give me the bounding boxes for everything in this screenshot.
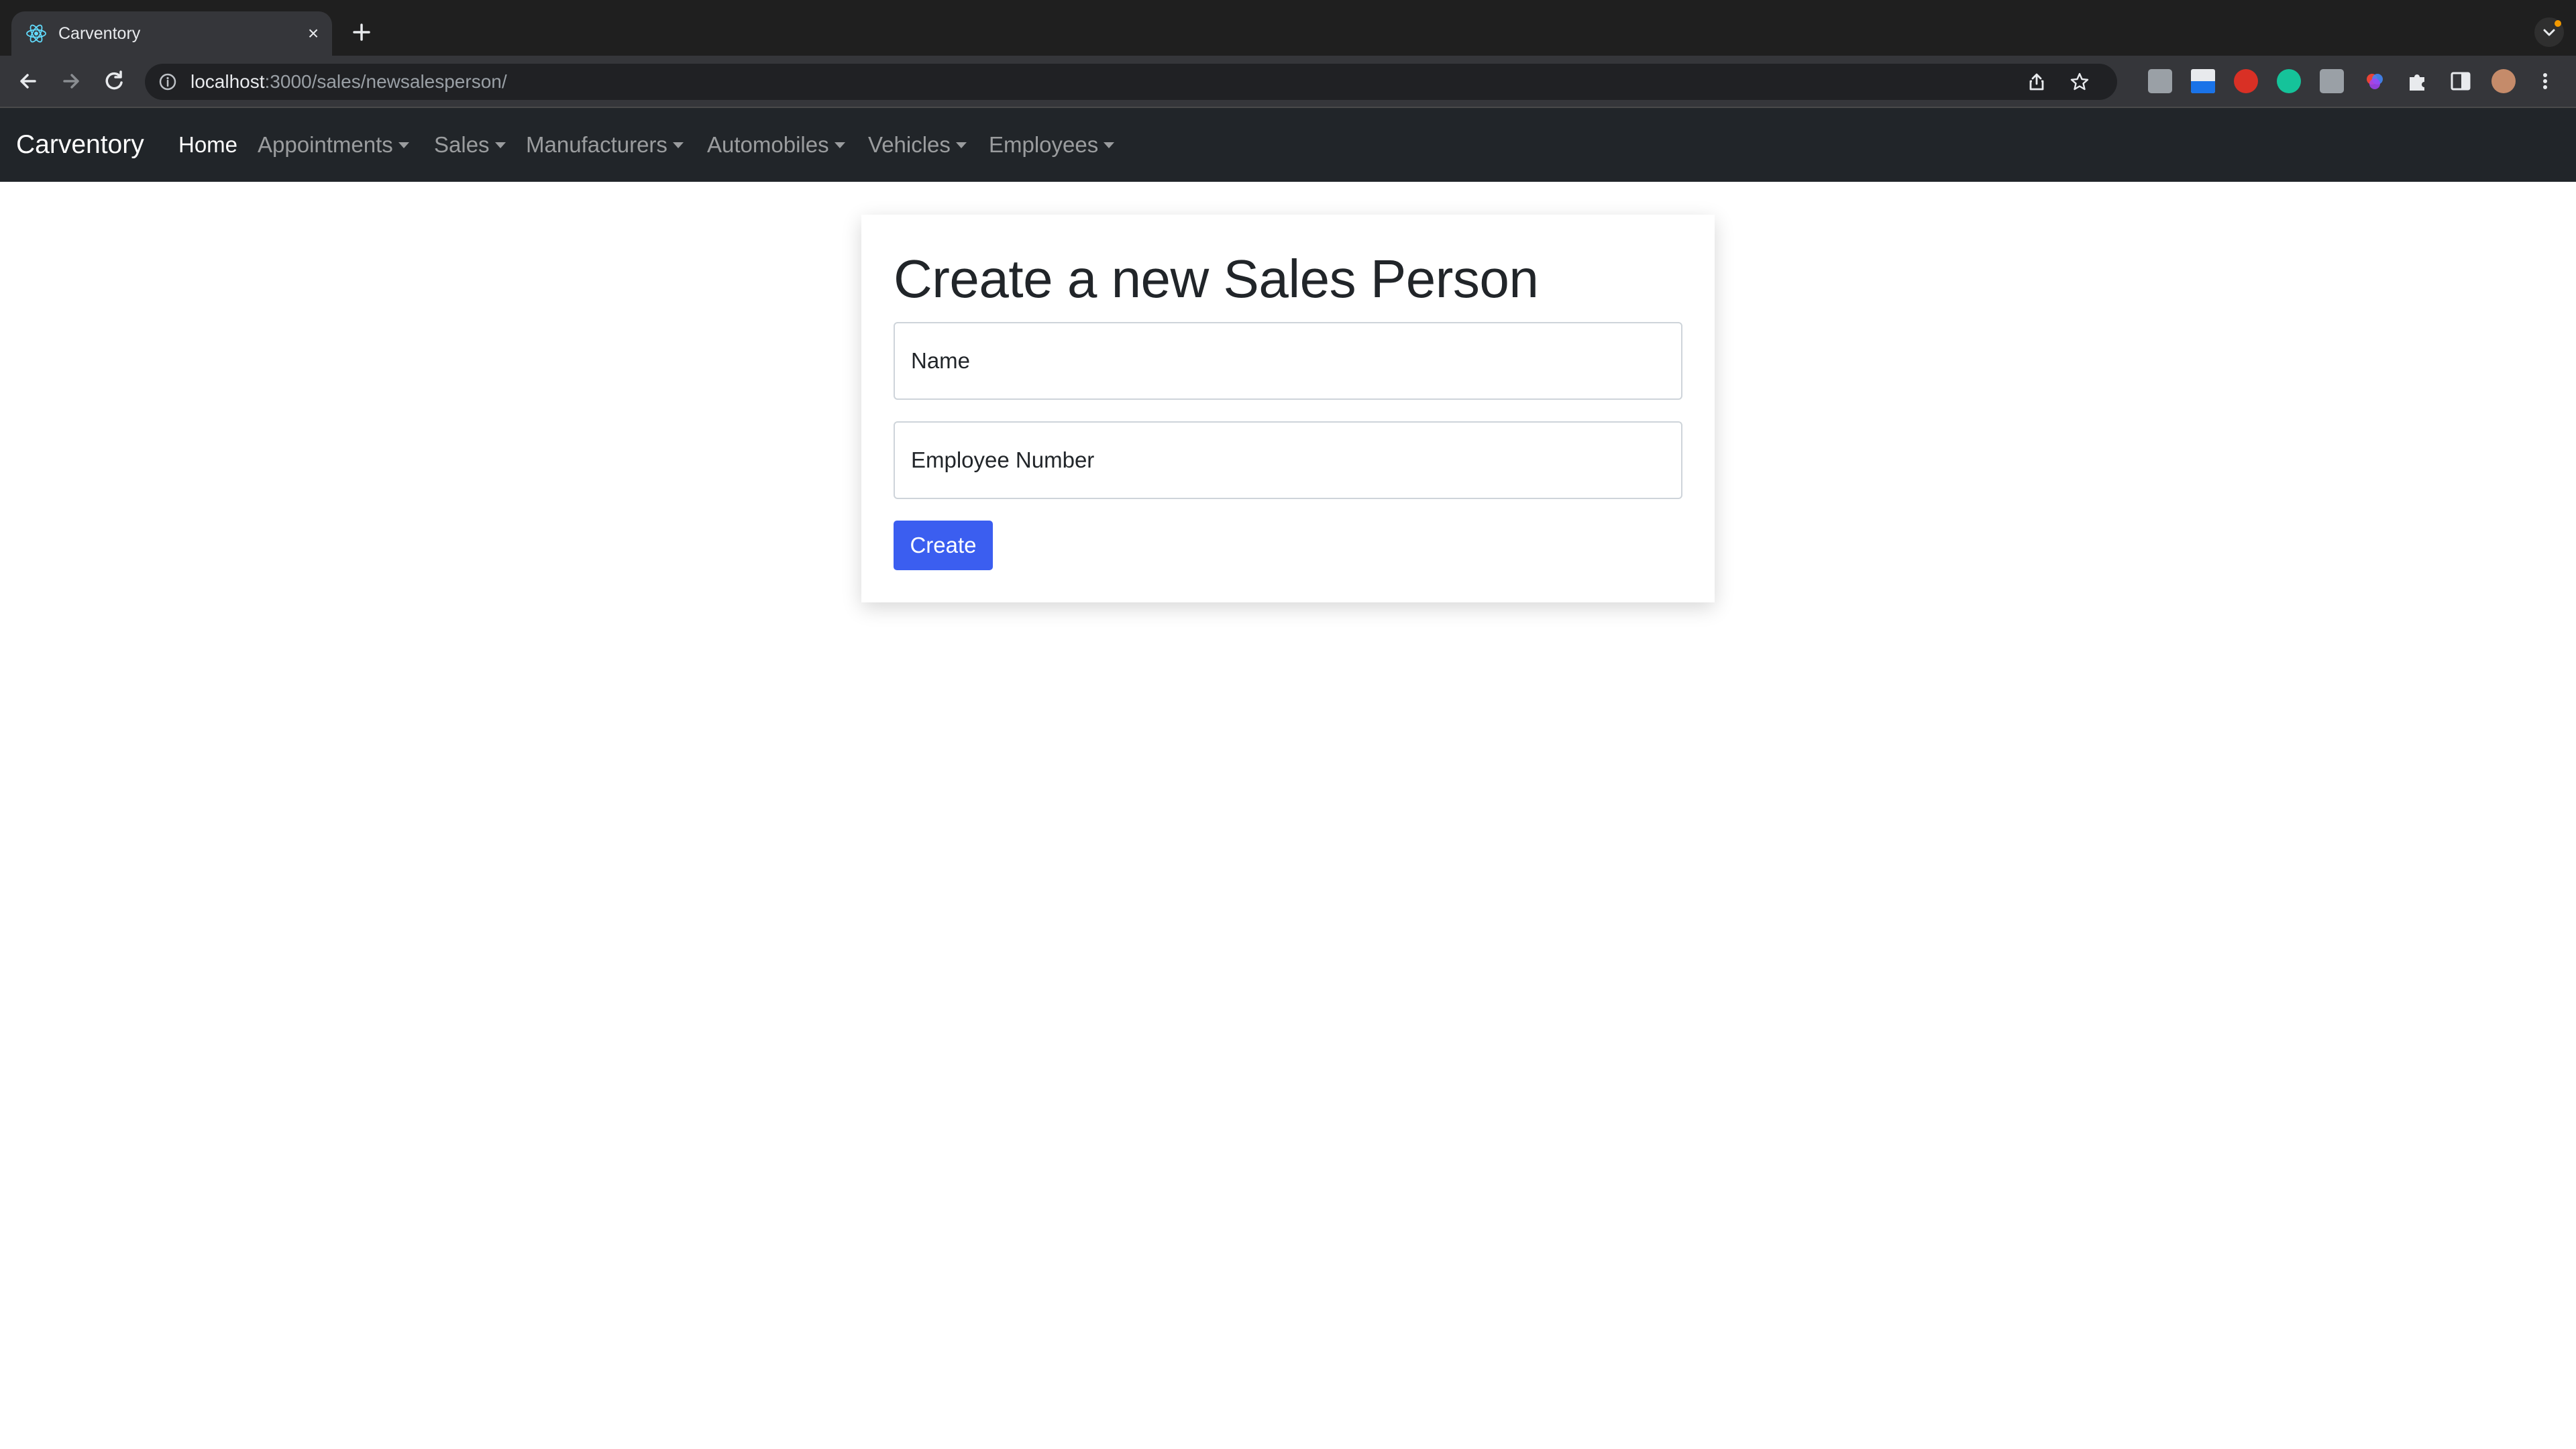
dropdown-caret-icon (398, 142, 409, 148)
dropdown-caret-icon (494, 142, 506, 148)
extension-blue-icon[interactable] (2191, 69, 2215, 93)
dropdown-caret-icon (834, 142, 845, 148)
browser-toolbar: localhost:3000/sales/newsalesperson/ (0, 56, 2576, 107)
nav-item-home[interactable]: Home (178, 108, 237, 182)
nav-item-manufacturers[interactable]: Manufacturers (526, 108, 684, 182)
nav-item-label: Home (178, 132, 238, 157)
create-sales-person-card: Create a new Sales Person Create (861, 215, 1715, 602)
url-host: localhost (191, 71, 265, 92)
name-input[interactable] (894, 322, 1682, 400)
forward-arrow-icon[interactable] (55, 65, 87, 97)
new-tab-icon[interactable] (346, 17, 377, 48)
grammarly-icon[interactable] (2277, 69, 2301, 93)
share-icon[interactable] (2026, 71, 2047, 93)
browser-tab[interactable]: Carventory × (11, 11, 332, 56)
nav-item-label: Automobiles (707, 132, 829, 157)
react-atom-icon (26, 24, 46, 43)
bookmark-star-icon[interactable] (2069, 71, 2090, 93)
reload-icon[interactable] (98, 65, 130, 97)
close-tab-icon[interactable]: × (304, 24, 323, 43)
dropdown-caret-icon (672, 142, 684, 148)
nav-item-label: Employees (989, 132, 1099, 157)
nav-item-label: Vehicles (868, 132, 951, 157)
address-bar[interactable]: localhost:3000/sales/newsalesperson/ (145, 64, 2117, 100)
nav-item-employees[interactable]: Employees (989, 108, 1115, 182)
create-button[interactable]: Create (894, 521, 993, 570)
dropdown-caret-icon (1104, 142, 1115, 148)
employee-number-input[interactable] (894, 421, 1682, 499)
extension-color-icon[interactable] (2363, 69, 2387, 93)
notification-dot (2555, 20, 2561, 27)
url-path: :3000/sales/newsalesperson/ (264, 71, 507, 92)
tab-title: Carventory (58, 24, 141, 43)
nav-item-label: Sales (434, 132, 490, 157)
nav-item-label: Manufacturers (526, 132, 667, 157)
url-text: localhost:3000/sales/newsalesperson/ (191, 64, 507, 100)
profile-avatar[interactable] (2491, 69, 2516, 93)
app-navbar: Carventory Home Appointments Sales Manuf… (0, 108, 2576, 182)
sidepanel-icon[interactable] (2449, 69, 2473, 93)
nav-item-automobiles[interactable]: Automobiles (707, 108, 845, 182)
extension-gray-icon[interactable] (2148, 69, 2172, 93)
back-arrow-icon[interactable] (12, 65, 44, 97)
puzzle-icon[interactable] (2406, 69, 2430, 93)
site-info-icon[interactable] (158, 72, 177, 91)
nav-item-vehicles[interactable]: Vehicles (868, 108, 967, 182)
brand-logo[interactable]: Carventory (16, 108, 144, 182)
nav-item-label: Appointments (258, 132, 393, 157)
more-menu-icon[interactable] (2533, 69, 2557, 93)
nav-item-appointments[interactable]: Appointments (258, 108, 409, 182)
nav-item-sales[interactable]: Sales (434, 108, 506, 182)
extension-red-icon[interactable] (2234, 69, 2258, 93)
tab-search-button[interactable] (2534, 17, 2564, 47)
extension-bolt-icon[interactable] (2320, 69, 2344, 93)
dropdown-caret-icon (955, 142, 967, 148)
browser-tabstrip: Carventory × (0, 0, 2576, 56)
page-title: Create a new Sales Person (894, 249, 1539, 309)
